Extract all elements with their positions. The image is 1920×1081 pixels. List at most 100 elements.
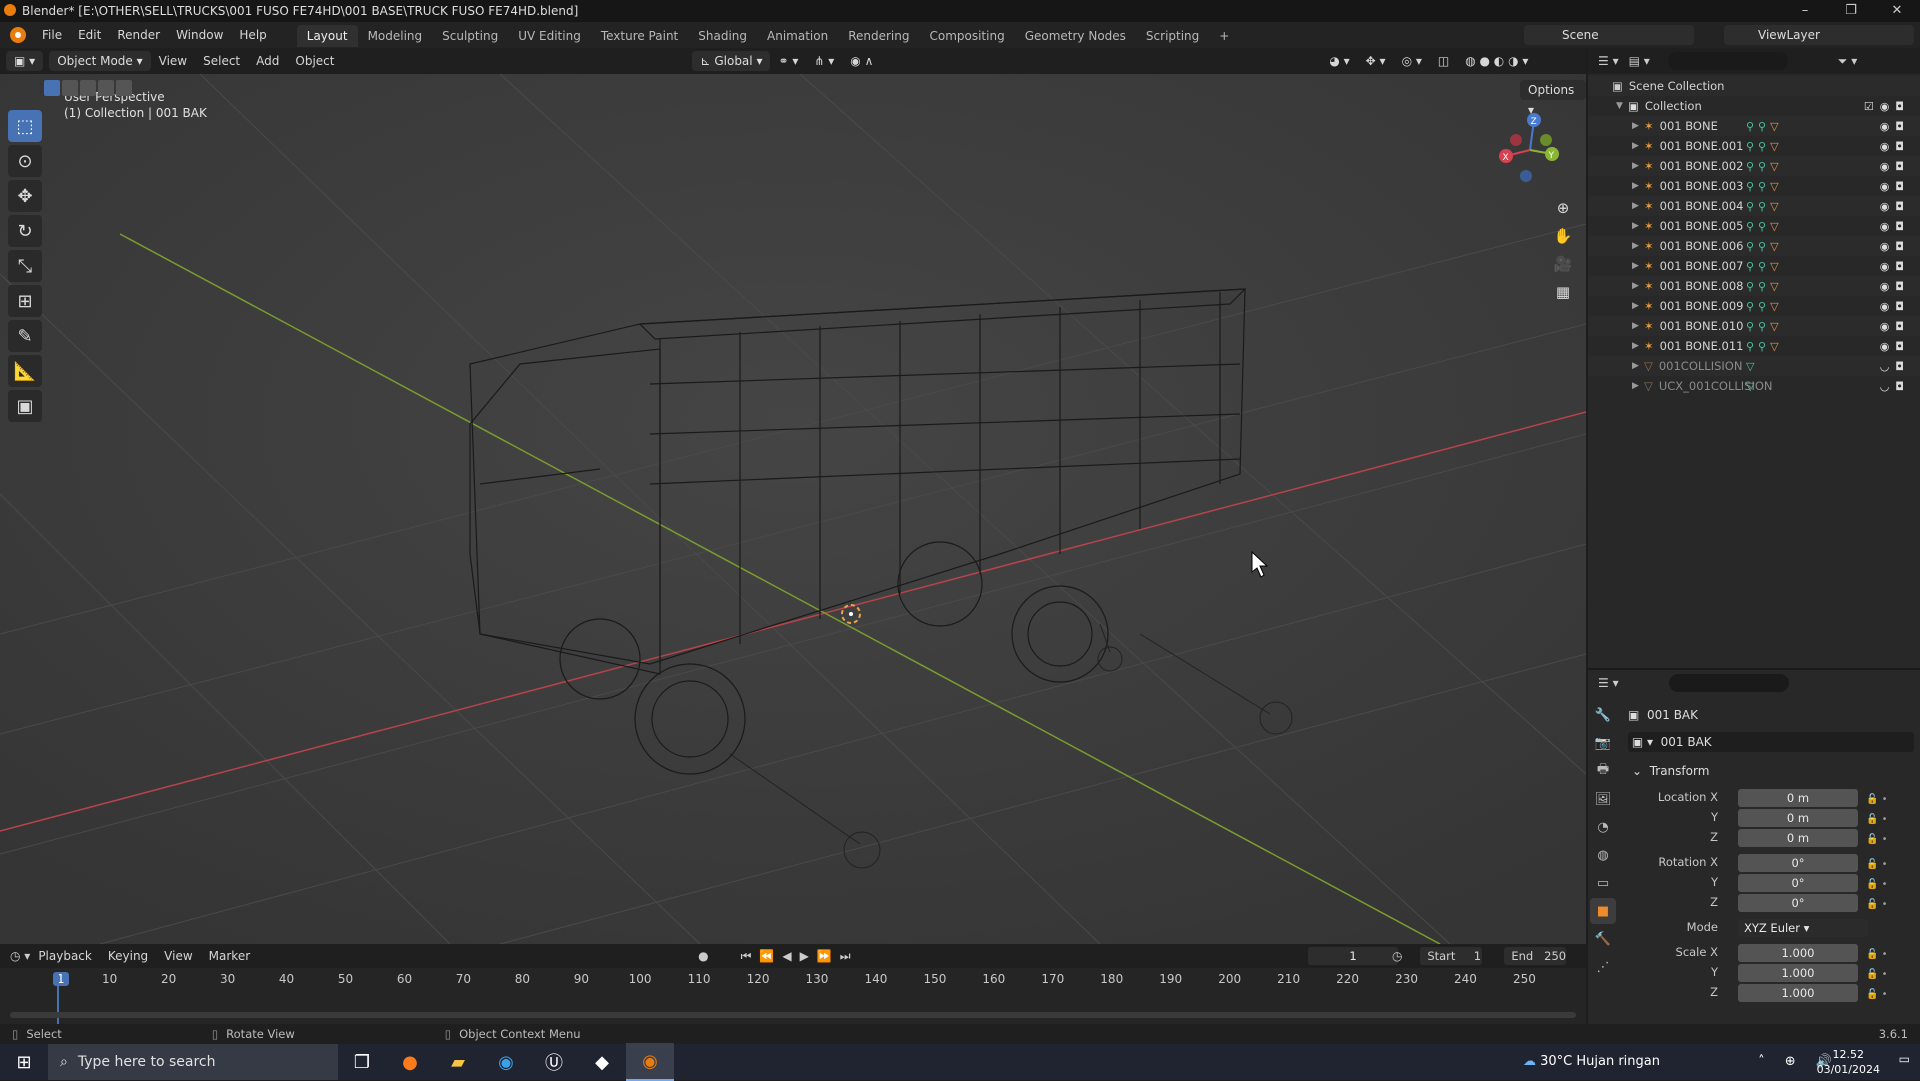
output-tab-icon[interactable]: 🖶 [1590,758,1616,784]
visibility-icons[interactable]: ◉◘ [1880,280,1910,293]
menu-view[interactable]: View [151,54,195,68]
clock[interactable]: 12.52 03/01/2024 [1817,1047,1880,1077]
gizmo-icon[interactable]: ✥ ▾ [1358,54,1394,68]
expand-arrow-icon[interactable]: ▶ [1632,301,1644,311]
visibility-icon[interactable]: ◕ ▾ [1321,54,1357,68]
select-box-tool-icon[interactable]: ⬚ [8,110,42,142]
scale-lock-icons[interactable]: 🔓 • 🔓 • 🔓 • [1866,945,1888,1005]
scene-collection-row[interactable]: ▣ Scene Collection [1588,76,1920,96]
restore-icon[interactable]: ❐ [1828,0,1874,22]
outliner-item[interactable]: ▶ ✶ 001 BONE.005 ⚲⚲▽ ◉◘ [1588,216,1920,236]
expand-arrow-icon[interactable]: ▶ [1632,201,1644,211]
outliner-item[interactable]: ▶ ✶ 001 BONE.009 ⚲⚲▽ ◉◘ [1588,296,1920,316]
expand-arrow-icon[interactable]: ▶ [1632,381,1644,391]
collection-visibility-icons[interactable]: ☑◉◘ [1864,100,1910,113]
tab-compositing[interactable]: Compositing [919,25,1014,47]
tab-rendering[interactable]: Rendering [838,25,919,47]
preview-range-icon[interactable]: ◷ [1392,949,1402,963]
particles-tab-icon[interactable]: ⋰ [1590,954,1616,980]
minimize-icon[interactable]: – [1782,0,1828,22]
select-invert-icon[interactable] [98,80,114,96]
expand-arrow-icon[interactable]: ▶ [1632,361,1644,371]
menu-marker[interactable]: Marker [201,949,258,963]
tab-texture-paint[interactable]: Texture Paint [591,25,688,47]
timeline-scrollbar[interactable] [10,1012,1576,1018]
tab-shading[interactable]: Shading [688,25,757,47]
scale-y-field[interactable]: 1.000 [1738,964,1858,982]
blender-menu-icon[interactable] [10,27,26,43]
unreal-engine-icon[interactable]: Ⓤ [530,1044,578,1080]
ortho-toggle-icon[interactable]: ▦ [1549,278,1577,306]
location-z-field[interactable]: 0 m [1738,829,1858,847]
expand-arrow-icon[interactable]: ▶ [1632,121,1644,131]
move-tool-icon[interactable]: ✥ [8,180,42,212]
modifier-icons[interactable]: ⚲⚲▽ [1746,160,1783,173]
overlay-icon[interactable]: ◎ ▾ [1394,54,1430,68]
rotation-z-field[interactable]: 0° [1738,894,1858,912]
object-name-field[interactable]: ▣ ▾ 001 BAK [1628,732,1914,752]
scale-x-field[interactable]: 1.000 [1738,944,1858,962]
frame-ruler[interactable]: 1 10 20 30 40 50 60 70 80 90 100 110 120 130 140 150 160… [0,970,1586,990]
outliner-item[interactable]: ▶ ▽ 001COLLISION ▽ ◡◘ [1588,356,1920,376]
menu-select[interactable]: Select [195,54,248,68]
pivot-icon[interactable]: ⚭ ▾ [770,54,806,68]
scene-selector[interactable]: Scene [1524,25,1694,45]
outliner-search-input[interactable] [1667,52,1788,70]
navigation-gizmo[interactable]: Z Y X [1490,110,1570,190]
visibility-icons[interactable]: ◉◘ [1880,260,1910,273]
location-x-field[interactable]: 0 m [1738,789,1858,807]
menu-object[interactable]: Object [287,54,342,68]
timeline-editor-type-icon[interactable]: ◷ ▾ [10,949,30,963]
outliner-item[interactable]: ▶ ✶ 001 BONE.011 ⚲⚲▽ ◉◘ [1588,336,1920,356]
rotation-lock-icons[interactable]: 🔓 • 🔓 • 🔓 • [1866,855,1888,915]
transform-tool-icon[interactable]: ⊞ [8,285,42,317]
select-intersect-icon[interactable] [116,80,132,96]
outliner-item[interactable]: ▶ ✶ 001 BONE.004 ⚲⚲▽ ◉◘ [1588,196,1920,216]
tool-tab-icon[interactable]: 🔧 [1590,702,1616,728]
modifier-icons[interactable]: ⚲⚲▽ [1746,280,1783,293]
outliner-item[interactable]: ▶ ✶ 001 BONE.010 ⚲⚲▽ ◉◘ [1588,316,1920,336]
snap-icon[interactable]: ⋔ ▾ [806,54,842,68]
options-button[interactable]: Options ▾ [1520,80,1586,117]
modifier-icons[interactable]: ⚲⚲▽ [1746,320,1783,333]
collection-row[interactable]: ▼ ▣ Collection ☑◉◘ [1588,96,1920,116]
outliner-item[interactable]: ▶ ✶ 001 BONE.008 ⚲⚲▽ ◉◘ [1588,276,1920,296]
modifier-icons[interactable]: ⚲⚲▽ [1746,200,1783,213]
proportional-edit-icon[interactable]: ◉ ∧ [842,54,881,68]
visibility-icons[interactable]: ◉◘ [1880,140,1910,153]
rotate-tool-icon[interactable]: ↻ [8,215,42,247]
expand-arrow-icon[interactable]: ▶ [1632,181,1644,191]
rotation-mode-dropdown[interactable]: XYZ Euler ▾ [1738,919,1868,937]
scene-tab-icon[interactable]: ◔ [1590,814,1616,840]
visibility-icons[interactable]: ◉◘ [1880,240,1910,253]
xray-icon[interactable]: ◫ [1430,54,1457,68]
visibility-icons[interactable]: ◉◘ [1880,300,1910,313]
firefox-icon[interactable]: ● [386,1044,434,1080]
app-icon[interactable]: ◆ [578,1044,626,1080]
tab-sculpting[interactable]: Sculpting [432,25,508,47]
modifier-icons[interactable]: ▽ [1746,380,1758,393]
tab-animation[interactable]: Animation [757,25,838,47]
outliner-item[interactable]: ▶ ✶ 001 BONE ⚲⚲▽ ◉◘ [1588,116,1920,136]
outliner-item[interactable]: ▶ ✶ 001 BONE.006 ⚲⚲▽ ◉◘ [1588,236,1920,256]
modifier-icons[interactable]: ⚲⚲▽ [1746,340,1783,353]
modifier-tab-icon[interactable]: 🔨 [1590,926,1616,952]
expand-arrow-icon[interactable]: ▶ [1632,341,1644,351]
scale-tool-icon[interactable]: ⤡ [8,250,42,282]
orientation-dropdown[interactable]: ⊾ Global ▾ [692,51,771,71]
select-extend-icon[interactable] [62,80,78,96]
scale-z-field[interactable]: 1.000 [1738,984,1858,1002]
current-frame-field[interactable]: 1 [1308,947,1398,965]
annotate-tool-icon[interactable]: ✎ [8,320,42,352]
tab-geometry-nodes[interactable]: Geometry Nodes [1015,25,1136,47]
playback-controls-icons[interactable]: ⏮⏪◀▶⏩⏭ [741,949,859,964]
start-frame-field[interactable]: Start 1 [1420,947,1482,965]
visibility-icons[interactable]: ◉◘ [1880,220,1910,233]
modifier-icons[interactable]: ⚲⚲▽ [1746,120,1783,133]
render-tab-icon[interactable]: 📷 [1590,730,1616,756]
file-explorer-icon[interactable]: ▰ [434,1044,482,1080]
select-subtract-icon[interactable] [80,80,96,96]
task-view-icon[interactable]: ❐ [338,1044,386,1080]
end-frame-field[interactable]: End 250 [1504,947,1566,965]
taskbar-search[interactable]: ⌕ Type here to search [48,1044,338,1080]
